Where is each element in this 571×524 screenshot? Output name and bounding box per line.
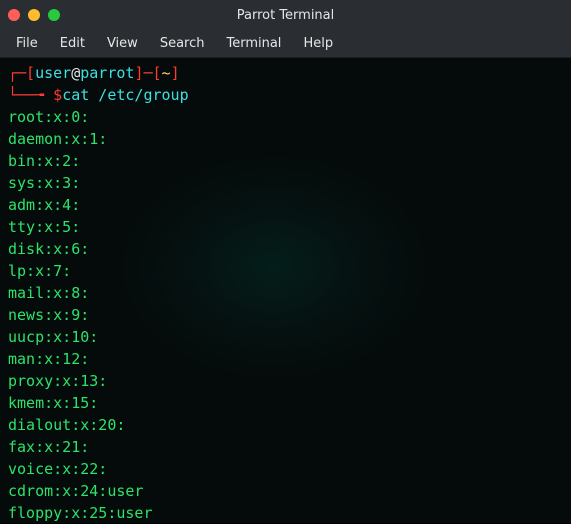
output-line: daemon:x:1: — [8, 128, 563, 150]
output-line: uucp:x:10: — [8, 326, 563, 348]
output-line: adm:x:4: — [8, 194, 563, 216]
menu-help[interactable]: Help — [293, 33, 343, 54]
output-line: floppy:x:25:user — [8, 502, 563, 524]
prompt-line2: └──╼ $cat /etc/group — [8, 84, 563, 106]
output-line: news:x:9: — [8, 304, 563, 326]
output-line: root:x:0: — [8, 106, 563, 128]
terminal-area[interactable]: ┌─[user@parrot]─[~] └──╼ $cat /etc/group… — [0, 58, 571, 523]
prompt-dollar: $ — [53, 86, 62, 104]
menu-search[interactable]: Search — [150, 33, 215, 54]
prompt-at: @ — [71, 64, 80, 82]
prompt-cwd: ~ — [162, 64, 171, 82]
window-controls — [8, 9, 60, 21]
output-line: lp:x:7: — [8, 260, 563, 282]
close-icon[interactable] — [8, 9, 20, 21]
window-title: Parrot Terminal — [0, 8, 571, 23]
output-line: tty:x:5: — [8, 216, 563, 238]
prompt-command: cat /etc/group — [62, 86, 188, 104]
prompt-box-line2: └──╼ — [8, 86, 53, 104]
menu-terminal[interactable]: Terminal — [216, 33, 291, 54]
menu-file[interactable]: File — [6, 33, 48, 54]
prompt-line1: ┌─[user@parrot]─[~] — [8, 62, 563, 84]
prompt-box-mid: ]─[ — [134, 64, 161, 82]
output-line: bin:x:2: — [8, 150, 563, 172]
menubar: File Edit View Search Terminal Help — [0, 30, 571, 58]
prompt-box-close: ] — [171, 64, 180, 82]
output-line: proxy:x:13: — [8, 370, 563, 392]
output-line: fax:x:21: — [8, 436, 563, 458]
minimize-icon[interactable] — [28, 9, 40, 21]
menu-view[interactable]: View — [97, 33, 148, 54]
output-line: voice:x:22: — [8, 458, 563, 480]
prompt-host: parrot — [80, 64, 134, 82]
prompt-user: user — [35, 64, 71, 82]
output-line: kmem:x:15: — [8, 392, 563, 414]
titlebar: Parrot Terminal — [0, 0, 571, 30]
output-line: disk:x:6: — [8, 238, 563, 260]
output-line: man:x:12: — [8, 348, 563, 370]
output-line: mail:x:8: — [8, 282, 563, 304]
menu-edit[interactable]: Edit — [50, 33, 95, 54]
prompt-box-open: ┌─[ — [8, 64, 35, 82]
maximize-icon[interactable] — [48, 9, 60, 21]
output-line: sys:x:3: — [8, 172, 563, 194]
output-line: cdrom:x:24:user — [8, 480, 563, 502]
output-line: dialout:x:20: — [8, 414, 563, 436]
terminal-output: root:x:0:daemon:x:1:bin:x:2:sys:x:3:adm:… — [8, 106, 563, 524]
